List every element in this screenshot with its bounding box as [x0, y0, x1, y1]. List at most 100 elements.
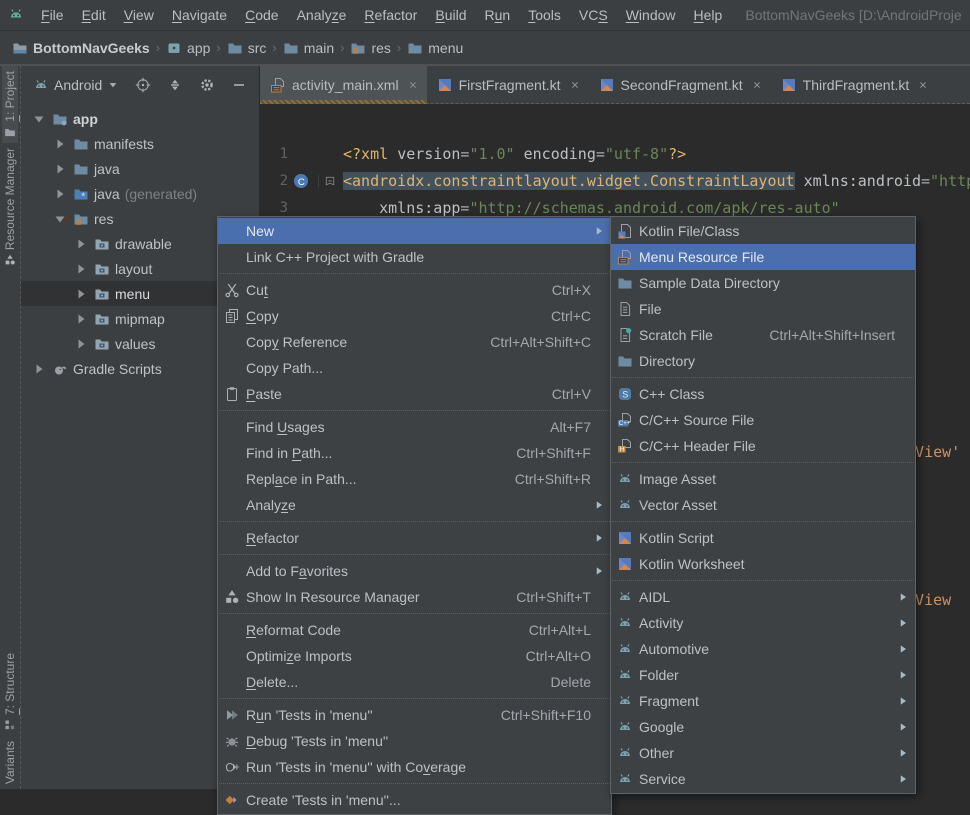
- menubar-item-build[interactable]: Build: [426, 3, 475, 27]
- hide-button[interactable]: [227, 73, 251, 97]
- submenu-item-kotlin-script[interactable]: Kotlin Script: [611, 525, 915, 551]
- submenu-item-automotive[interactable]: Automotive: [611, 636, 915, 662]
- context-menu-item-copy[interactable]: CopyCtrl+C: [218, 303, 611, 329]
- chevron-collapsed-icon[interactable]: [73, 236, 89, 252]
- context-menu-item-link-c-project-with-gradle[interactable]: Link C++ Project with Gradle: [218, 244, 611, 270]
- breadcrumb-separator: ›: [216, 40, 220, 55]
- submenu-item-image-asset[interactable]: Image Asset: [611, 466, 915, 492]
- chevron-collapsed-icon[interactable]: [73, 261, 89, 277]
- editor-tab-secondfragment-kt[interactable]: SecondFragment.kt: [589, 66, 771, 103]
- chevron-collapsed-icon[interactable]: [52, 186, 68, 202]
- collapse-all-button[interactable]: [163, 73, 187, 97]
- context-menu-item-new[interactable]: New: [218, 218, 611, 244]
- menubar-item-window[interactable]: Window: [617, 3, 685, 27]
- context-menu-item-replace-in-path[interactable]: Replace in Path...Ctrl+Shift+R: [218, 466, 611, 492]
- submenu-item-aidl[interactable]: AIDL: [611, 584, 915, 610]
- close-icon[interactable]: [751, 79, 763, 91]
- tree-item-java[interactable]: java: [21, 156, 259, 181]
- chevron-collapsed-icon[interactable]: [73, 336, 89, 352]
- chevron-collapsed-icon[interactable]: [31, 361, 47, 377]
- submenu-item-kotlin-file-class[interactable]: Kotlin File/Class: [611, 218, 915, 244]
- menubar-item-vcs[interactable]: VCS: [570, 3, 617, 27]
- menu-item-label: Link C++ Project with Gradle: [246, 249, 424, 265]
- breadcrumb-item-src[interactable]: src: [223, 38, 271, 58]
- folder-res-icon: [73, 211, 89, 227]
- submenu-item-fragment[interactable]: Fragment: [611, 688, 915, 714]
- submenu-item-scratch-file[interactable]: Scratch FileCtrl+Alt+Shift+Insert: [611, 322, 915, 348]
- chevron-collapsed-icon[interactable]: [73, 286, 89, 302]
- menubar-item-analyze[interactable]: Analyze: [288, 3, 356, 27]
- chevron-expanded-icon[interactable]: [31, 111, 47, 127]
- submenu-item-service[interactable]: Service: [611, 766, 915, 792]
- editor-tab-thirdfragment-kt[interactable]: ThirdFragment.kt: [771, 66, 938, 103]
- editor-tab-activity-main-xml[interactable]: activity_main.xml: [260, 66, 427, 103]
- submenu-item-c-c-source-file[interactable]: C++C/C++ Source File: [611, 407, 915, 433]
- menubar-item-view[interactable]: View: [115, 3, 163, 27]
- context-menu-item-analyze[interactable]: Analyze: [218, 492, 611, 518]
- submenu-item-c-class[interactable]: SC++ Class: [611, 381, 915, 407]
- submenu-item-kotlin-worksheet[interactable]: Kotlin Worksheet: [611, 551, 915, 577]
- menu-item-label: Sample Data Directory: [639, 275, 780, 291]
- submenu-item-folder[interactable]: Folder: [611, 662, 915, 688]
- context-menu-item-run-tests-in-menu[interactable]: Run 'Tests in 'menu''Ctrl+Shift+F10: [218, 702, 611, 728]
- close-icon[interactable]: [917, 79, 929, 91]
- chevron-collapsed-icon[interactable]: [52, 136, 68, 152]
- context-menu-item-copy-reference[interactable]: Copy ReferenceCtrl+Alt+Shift+C: [218, 329, 611, 355]
- submenu-item-activity[interactable]: Activity: [611, 610, 915, 636]
- tree-item-app[interactable]: app: [21, 106, 259, 131]
- menubar-item-refactor[interactable]: Refactor: [355, 3, 426, 27]
- menubar-item-tools[interactable]: Tools: [519, 3, 570, 27]
- menubar-item-help[interactable]: Help: [685, 3, 732, 27]
- code-line-1: 1<?xml version="1.0" encoding="utf-8"?>: [260, 140, 970, 167]
- chevron-expanded-icon[interactable]: [52, 211, 68, 227]
- breadcrumb-item-res[interactable]: res: [346, 38, 394, 58]
- close-icon[interactable]: [407, 79, 419, 91]
- context-menu-item-reformat-code[interactable]: Reformat CodeCtrl+Alt+L: [218, 617, 611, 643]
- context-menu-item-find-in-path[interactable]: Find in Path...Ctrl+Shift+F: [218, 440, 611, 466]
- cpp-source-icon: C++: [617, 412, 633, 428]
- context-menu-item-delete[interactable]: Delete...Delete: [218, 669, 611, 695]
- menubar-item-edit[interactable]: Edit: [73, 3, 115, 27]
- menubar-item-code[interactable]: Code: [236, 3, 287, 27]
- breadcrumb-separator: ›: [156, 40, 160, 55]
- breadcrumb-item-main[interactable]: main: [279, 38, 338, 58]
- tool-window-button-7-structure[interactable]: 7: Structure: [2, 648, 18, 736]
- tool-window-button-variants[interactable]: Variants: [2, 736, 18, 789]
- context-menu-item-copy-path[interactable]: Copy Path...: [218, 355, 611, 381]
- context-menu-item-optimize-imports[interactable]: Optimize ImportsCtrl+Alt+O: [218, 643, 611, 669]
- context-menu-item-add-to-favorites[interactable]: Add to Favorites: [218, 558, 611, 584]
- editor-tab-firstfragment-kt[interactable]: FirstFragment.kt: [427, 66, 589, 103]
- close-icon[interactable]: [569, 79, 581, 91]
- tree-item-manifests[interactable]: manifests: [21, 131, 259, 156]
- context-menu-item-paste[interactable]: PasteCtrl+V: [218, 381, 611, 407]
- menubar-item-file[interactable]: File: [32, 3, 73, 27]
- menubar-item-navigate[interactable]: Navigate: [163, 3, 236, 27]
- menubar-item-run[interactable]: Run: [476, 3, 520, 27]
- target-button[interactable]: [131, 73, 155, 97]
- submenu-item-vector-asset[interactable]: Vector Asset: [611, 492, 915, 518]
- tree-item-java-generated[interactable]: *java (generated): [21, 181, 259, 206]
- submenu-item-other[interactable]: Other: [611, 740, 915, 766]
- chevron-collapsed-icon[interactable]: [52, 161, 68, 177]
- tool-window-button-1-project[interactable]: 1: Project: [2, 66, 18, 143]
- context-menu-item-cut[interactable]: CutCtrl+X: [218, 277, 611, 303]
- context-menu-item-show-in-resource-manager[interactable]: Show In Resource ManagerCtrl+Shift+T: [218, 584, 611, 610]
- context-menu-item-find-usages[interactable]: Find UsagesAlt+F7: [218, 414, 611, 440]
- tool-window-button-resource-manager[interactable]: Resource Manager: [2, 143, 18, 271]
- submenu-item-menu-resource-file[interactable]: Menu Resource File: [611, 244, 915, 270]
- breadcrumb-item-bottomnavgeeks[interactable]: BottomNavGeeks: [8, 38, 154, 58]
- settings-button[interactable]: [195, 73, 219, 97]
- breadcrumb-item-menu[interactable]: menu: [403, 38, 467, 58]
- breadcrumb-item-app[interactable]: app: [162, 38, 214, 58]
- submenu-item-directory[interactable]: Directory: [611, 348, 915, 374]
- project-view-selector[interactable]: Android: [33, 77, 119, 93]
- context-menu-item-refactor[interactable]: Refactor: [218, 525, 611, 551]
- context-menu-item-debug-tests-in-menu[interactable]: Debug 'Tests in 'menu'': [218, 728, 611, 754]
- context-menu-item-create-tests-in-menu[interactable]: Create 'Tests in 'menu''...: [218, 787, 611, 813]
- chevron-collapsed-icon[interactable]: [73, 311, 89, 327]
- submenu-item-sample-data-directory[interactable]: Sample Data Directory: [611, 270, 915, 296]
- context-menu-item-run-tests-in-menu-with-coverage[interactable]: CRun 'Tests in 'menu'' with Coverage: [218, 754, 611, 780]
- submenu-item-google[interactable]: Google: [611, 714, 915, 740]
- submenu-item-c-c-header-file[interactable]: HC/C++ Header File: [611, 433, 915, 459]
- submenu-item-file[interactable]: File: [611, 296, 915, 322]
